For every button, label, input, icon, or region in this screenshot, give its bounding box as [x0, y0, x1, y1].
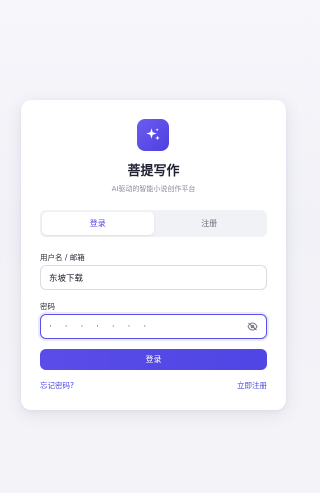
tab-login[interactable]: 登录 [42, 212, 154, 235]
forgot-password-link[interactable]: 忘记密码? [40, 380, 74, 391]
login-button[interactable]: 登录 [40, 349, 267, 370]
username-input[interactable] [49, 272, 258, 283]
eye-off-icon[interactable] [246, 322, 258, 332]
sparkles-icon [137, 119, 169, 151]
app-title: 菩提写作 [127, 164, 180, 179]
username-field[interactable] [40, 265, 267, 290]
auth-tabs: 登录 注册 [40, 210, 267, 237]
login-card: 菩提写作 AI驱动的智能小说创作平台 登录 注册 用户名 / 邮箱 密码 · ·… [21, 100, 286, 410]
password-label: 密码 [40, 302, 55, 311]
tab-register[interactable]: 注册 [154, 212, 266, 235]
app-subtitle: AI驱动的智能小说创作平台 [111, 185, 196, 193]
username-label: 用户名 / 邮箱 [40, 253, 85, 262]
password-mask: · · · · · · · [49, 321, 152, 332]
register-link[interactable]: 立即注册 [237, 380, 267, 391]
password-field[interactable]: · · · · · · · [40, 314, 267, 339]
